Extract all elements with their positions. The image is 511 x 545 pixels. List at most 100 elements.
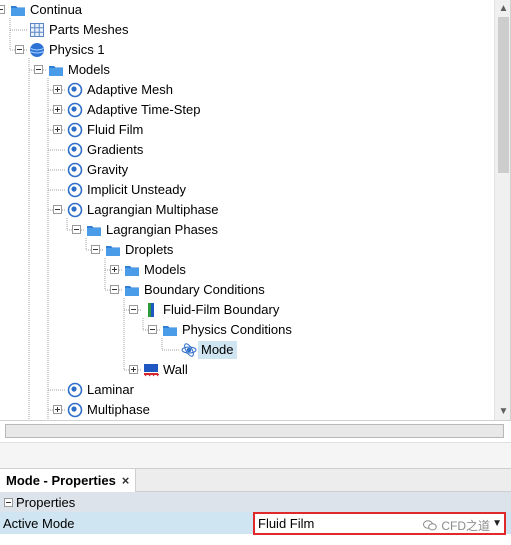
collapse-icon[interactable] [129,305,138,314]
mesh-grid-icon [28,22,46,38]
tree-node-label: Lagrangian Phases [106,222,219,237]
tree-node-label: Adaptive Mesh [87,82,173,97]
tree-node-label: Boundary Conditions [144,282,265,297]
model-icon [66,142,84,158]
expand-icon[interactable] [110,265,119,274]
properties-tab-title: Mode - Properties [6,473,116,488]
expand-icon[interactable] [53,105,62,114]
horizontal-scroll-track[interactable] [5,424,504,438]
tree-node-label: Continua [30,2,83,17]
tree-node[interactable]: Adaptive Mesh [66,80,176,100]
tree-node-label: Fluid-Film Boundary [163,302,280,317]
tree-node-label: Fluid Film [87,122,144,137]
tree-node[interactable]: Lagrangian Multiphase [66,200,222,220]
collapse-icon[interactable] [0,5,5,14]
model-icon [66,382,84,398]
tree-vertical-scrollbar[interactable]: ▲ ▼ [494,0,510,420]
physics-sphere-icon [28,42,46,58]
expand-icon[interactable] [53,405,62,414]
tree-node-label: Lagrangian Multiphase [87,202,219,217]
tree-node-label: Laminar [87,382,134,397]
tree-node[interactable]: Multiphase [66,400,153,420]
close-icon[interactable]: × [122,473,130,488]
tree-node[interactable]: Physics Conditions [161,320,295,340]
watermark: CFD之道 [423,517,490,534]
model-icon [66,202,84,218]
tree-node[interactable]: Mode [180,340,237,360]
tree-node[interactable]: Boundary Conditions [123,280,268,300]
condition-icon [180,342,198,358]
folder-icon [123,263,141,277]
tree-node[interactable]: Models [47,60,113,80]
expand-icon[interactable] [129,365,138,374]
tree-node-label: Droplets [125,242,174,257]
expand-icon[interactable] [53,125,62,134]
tree-node-label: Implicit Unsteady [87,182,186,197]
expand-icon[interactable] [53,85,62,94]
folder-icon [9,3,27,17]
tree-node-label: Adaptive Time-Step [87,102,201,117]
boundary-icon [142,302,160,318]
properties-tabbar: Mode - Properties × [0,468,511,492]
tree-node-label: Multiphase [87,402,150,417]
panel-separator[interactable] [0,442,511,468]
tree-node[interactable]: Implicit Unsteady [66,180,189,200]
collapse-icon[interactable] [91,245,100,254]
property-row-active-mode[interactable]: Active Mode Fluid Film CFD之道 ▼ [0,512,511,535]
active-mode-value: Fluid Film [258,516,315,531]
tree-node-label: Wall [163,362,188,377]
tree-node-label: Models [68,62,110,77]
scroll-down-arrow-icon[interactable]: ▼ [495,403,510,420]
collapse-icon[interactable] [15,45,24,54]
tree-horizontal-scrollbar[interactable] [0,420,511,442]
model-icon [66,82,84,98]
properties-group-header[interactable]: Properties [0,492,511,512]
folder-icon [104,243,122,257]
collapse-icon[interactable] [72,225,81,234]
tree-node[interactable]: Wall [142,360,191,380]
tree-node[interactable]: Droplets [104,240,176,260]
tree-node[interactable]: Lagrangian Phases [85,220,221,240]
tree-node[interactable]: Adaptive Time-Step [66,100,203,120]
model-icon [66,122,84,138]
model-icon [66,102,84,118]
tree-node[interactable]: Gradients [66,140,146,160]
tree-node-label: Parts Meshes [49,22,129,37]
tree-node-label: Gradients [87,142,144,157]
tree-node-label: Gravity [87,162,129,177]
wechat-icon [423,520,438,531]
scroll-thumb[interactable] [498,17,509,173]
properties-group-label: Properties [16,494,76,510]
dropdown-arrow-icon[interactable]: ▼ [492,518,502,529]
folder-icon [123,283,141,297]
tree-node[interactable]: Parts Meshes [28,20,131,40]
tree-node[interactable]: Continua [9,0,85,20]
scroll-up-arrow-icon[interactable]: ▲ [495,0,510,17]
properties-tab[interactable]: Mode - Properties × [0,469,137,492]
collapse-icon[interactable] [53,205,62,214]
property-name: Active Mode [3,515,75,531]
tree-node[interactable]: Models [123,260,189,280]
folder-icon [85,223,103,237]
collapse-icon[interactable] [148,325,157,334]
tree-node[interactable]: Gravity [66,160,131,180]
model-icon [66,182,84,198]
collapse-icon[interactable] [34,65,43,74]
model-icon [66,162,84,178]
folder-icon [161,323,179,337]
model-tree-panel: Continua Parts Meshes Physics 1 Models Adapt… [0,0,511,420]
tree-node-label: Models [144,262,186,277]
tree-node[interactable]: Laminar [66,380,137,400]
tree-node-label: Physics 1 [49,42,105,57]
tree-node[interactable]: Fluid Film [66,120,146,140]
watermark-text: CFD之道 [441,519,490,533]
collapse-icon[interactable] [4,497,13,507]
folder-icon [47,63,65,77]
active-mode-dropdown[interactable]: Fluid Film CFD之道 ▼ [253,512,506,535]
collapse-icon[interactable] [110,285,119,294]
tree-node[interactable]: Fluid-Film Boundary [142,300,282,320]
properties-table: Properties Active Mode Fluid Film CFD之道 … [0,492,511,545]
model-icon [66,402,84,418]
tree-node[interactable]: Physics 1 [28,40,108,60]
tree-node-label: Mode [198,341,237,359]
